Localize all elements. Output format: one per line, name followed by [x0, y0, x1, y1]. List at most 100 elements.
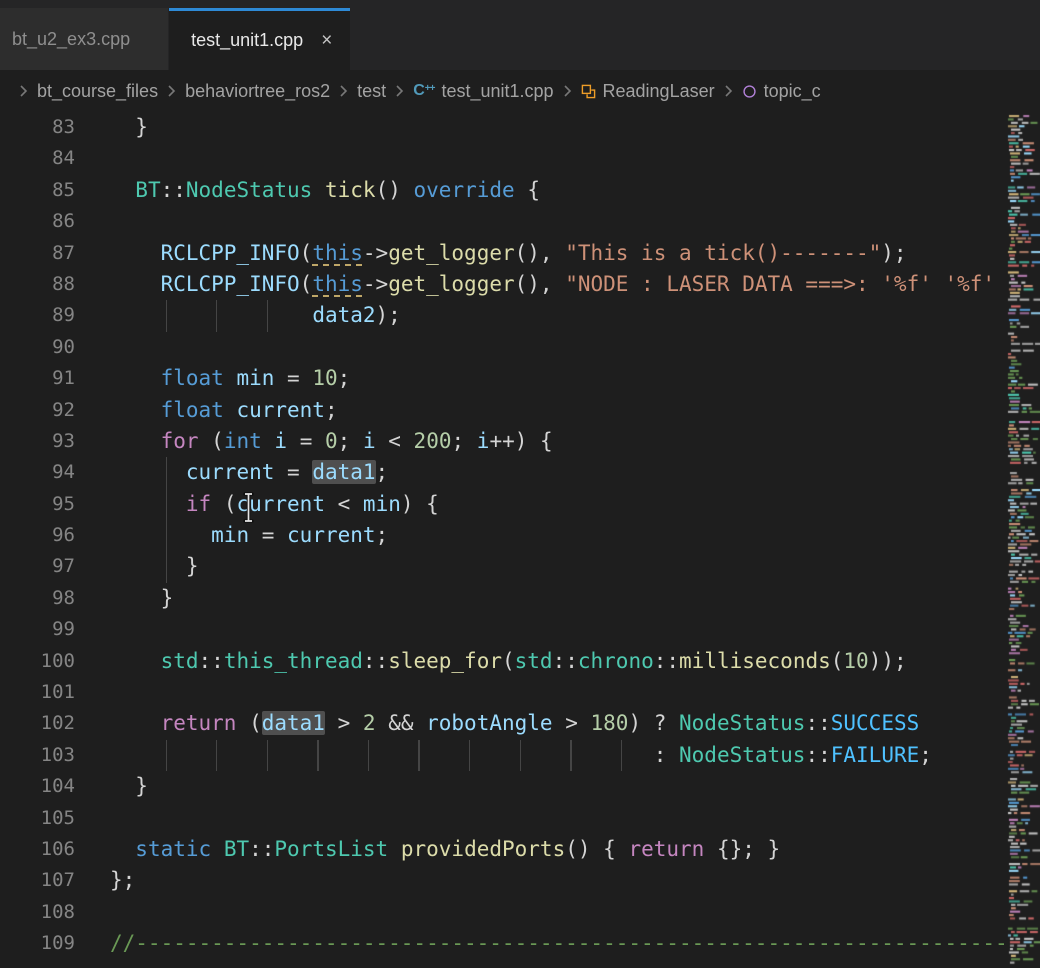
code-line[interactable]: 86 — [0, 206, 1040, 237]
code-line[interactable]: 93 for (int i = 0; i < 200; i++) { — [0, 426, 1040, 457]
line-number[interactable]: 96 — [0, 520, 75, 551]
code-token: int — [224, 429, 262, 453]
line-number[interactable]: 99 — [0, 614, 75, 645]
code-line[interactable]: 83 } — [0, 112, 1040, 143]
line-number[interactable]: 92 — [0, 395, 75, 426]
breadcrumb-item-readinglaser[interactable]: ReadingLaser — [581, 81, 715, 102]
code-line[interactable]: 99 — [0, 614, 1040, 645]
code-token: = — [274, 366, 312, 390]
code-line[interactable]: 87 RCLCPP_INFO(this->get_logger(), "This… — [0, 238, 1040, 269]
breadcrumb-label: behaviortree_ros2 — [185, 81, 330, 102]
breadcrumb-item-test[interactable]: test — [357, 81, 386, 102]
code-line[interactable]: 84 — [0, 143, 1040, 174]
code-text: │ current = data1; — [75, 457, 388, 488]
tab-bt-u2-ex3[interactable]: bt_u2_ex3.cpp — [0, 8, 169, 70]
line-number[interactable]: 105 — [0, 803, 75, 834]
code-line[interactable]: 97 │ } — [0, 551, 1040, 582]
breadcrumb-item-test-unit1-cpp[interactable]: C++ test_unit1.cpp — [413, 81, 553, 102]
code-text — [75, 332, 110, 363]
line-number[interactable]: 103 — [0, 740, 75, 771]
code-line[interactable]: 90 — [0, 332, 1040, 363]
code-line[interactable]: 109//-----------------------------------… — [0, 928, 1040, 959]
code-line[interactable]: 94 │ current = data1; — [0, 457, 1040, 488]
code-token: if — [186, 492, 211, 516]
code-token: BT — [135, 178, 160, 202]
code-token: ) { — [401, 492, 439, 516]
code-token: RCLCPP_INFO — [161, 272, 300, 296]
line-number[interactable]: 95 — [0, 489, 75, 520]
code-line[interactable]: 108 — [0, 897, 1040, 928]
code-line[interactable]: 85 BT::NodeStatus tick() override { — [0, 175, 1040, 206]
line-number[interactable]: 83 — [0, 112, 75, 143]
code-line[interactable]: 91 float min = 10; — [0, 363, 1040, 394]
line-number[interactable]: 94 — [0, 457, 75, 488]
line-number[interactable]: 85 — [0, 175, 75, 206]
breadcrumb-label: bt_course_files — [37, 81, 158, 102]
code-line[interactable]: 88 RCLCPP_INFO(this->get_logger(), "NODE… — [0, 269, 1040, 300]
minimap[interactable] — [1006, 112, 1040, 968]
tab-test-unit1[interactable]: test_unit1.cpp × — [169, 8, 350, 70]
code-token: 180 — [591, 711, 629, 735]
code-token: ( — [199, 429, 224, 453]
line-number[interactable]: 109 — [0, 928, 75, 959]
line-number[interactable]: 89 — [0, 300, 75, 331]
breadcrumb-item-topic-callback[interactable]: topic_c — [742, 81, 821, 102]
line-number[interactable]: 106 — [0, 834, 75, 865]
indent-guide: │ — [515, 740, 528, 771]
minimap-canvas[interactable] — [1006, 112, 1040, 968]
line-number[interactable]: 86 — [0, 206, 75, 237]
code-line[interactable]: 106 static BT::PortsList providedPorts()… — [0, 834, 1040, 865]
code-token: this_thread — [224, 649, 363, 673]
code-token: && — [376, 711, 427, 735]
code-line[interactable]: 105 — [0, 803, 1040, 834]
line-number[interactable]: 98 — [0, 583, 75, 614]
line-number[interactable]: 87 — [0, 238, 75, 269]
code-token: ; — [376, 460, 389, 484]
line-number[interactable]: 93 — [0, 426, 75, 457]
breadcrumb-item-behaviortree-ros2[interactable]: behaviortree_ros2 — [185, 81, 330, 102]
line-number[interactable]: 101 — [0, 677, 75, 708]
line-number[interactable]: 104 — [0, 771, 75, 802]
line-number[interactable]: 102 — [0, 708, 75, 739]
line-number[interactable]: 108 — [0, 897, 75, 928]
code-token — [578, 743, 616, 767]
code-line[interactable]: 102 return (data1 > 2 && robotAngle > 18… — [0, 708, 1040, 739]
code-line[interactable]: 92 float current; — [0, 395, 1040, 426]
line-number[interactable]: 84 — [0, 143, 75, 174]
code-line[interactable]: 95 │ if (current < min) { — [0, 489, 1040, 520]
code-line[interactable]: 101 — [0, 677, 1040, 708]
code-line[interactable]: 104 } — [0, 771, 1040, 802]
code-token: "This is a tick()-------" — [565, 241, 881, 265]
line-number[interactable]: 97 — [0, 551, 75, 582]
line-number[interactable]: 88 — [0, 269, 75, 300]
code-token: < — [376, 429, 414, 453]
code-text: static BT::PortsList providedPorts() { r… — [75, 834, 780, 865]
code-token — [401, 178, 414, 202]
code-line[interactable]: 98 } — [0, 583, 1040, 614]
code-token: () — [376, 178, 401, 202]
code-token: ; — [451, 429, 476, 453]
tab-bar: bt_u2_ex3.cpp test_unit1.cpp × — [0, 0, 1040, 70]
code-token — [110, 492, 161, 516]
editor[interactable]: 83 }8485 BT::NodeStatus tick() override … — [0, 112, 1040, 968]
line-number[interactable]: 100 — [0, 646, 75, 677]
code-token: ) ? — [628, 711, 679, 735]
code-token: 200 — [414, 429, 452, 453]
breadcrumb-label: ReadingLaser — [603, 81, 715, 102]
line-number[interactable]: 90 — [0, 332, 75, 363]
code-line[interactable]: 107}; — [0, 865, 1040, 896]
code-line[interactable]: 96 │ min = current; — [0, 520, 1040, 551]
code-line[interactable]: 89 │ │ │ data2); — [0, 300, 1040, 331]
breadcrumb-item-bt-course-files[interactable]: bt_course_files — [37, 81, 158, 102]
code-token — [274, 743, 312, 767]
code-line[interactable]: 103 │ │ │ │ │ │ │ │ │ │ : NodeStatus::FA… — [0, 740, 1040, 771]
code-token: RCLCPP_INFO — [161, 241, 300, 265]
code-token: > — [325, 711, 363, 735]
code-token: } — [110, 774, 148, 798]
line-number[interactable]: 107 — [0, 865, 75, 896]
line-number[interactable]: 91 — [0, 363, 75, 394]
close-tab-icon[interactable]: × — [321, 31, 332, 50]
code-text — [75, 803, 110, 834]
code-token: {}; } — [704, 837, 780, 861]
code-line[interactable]: 100 std::this_thread::sleep_for(std::chr… — [0, 646, 1040, 677]
